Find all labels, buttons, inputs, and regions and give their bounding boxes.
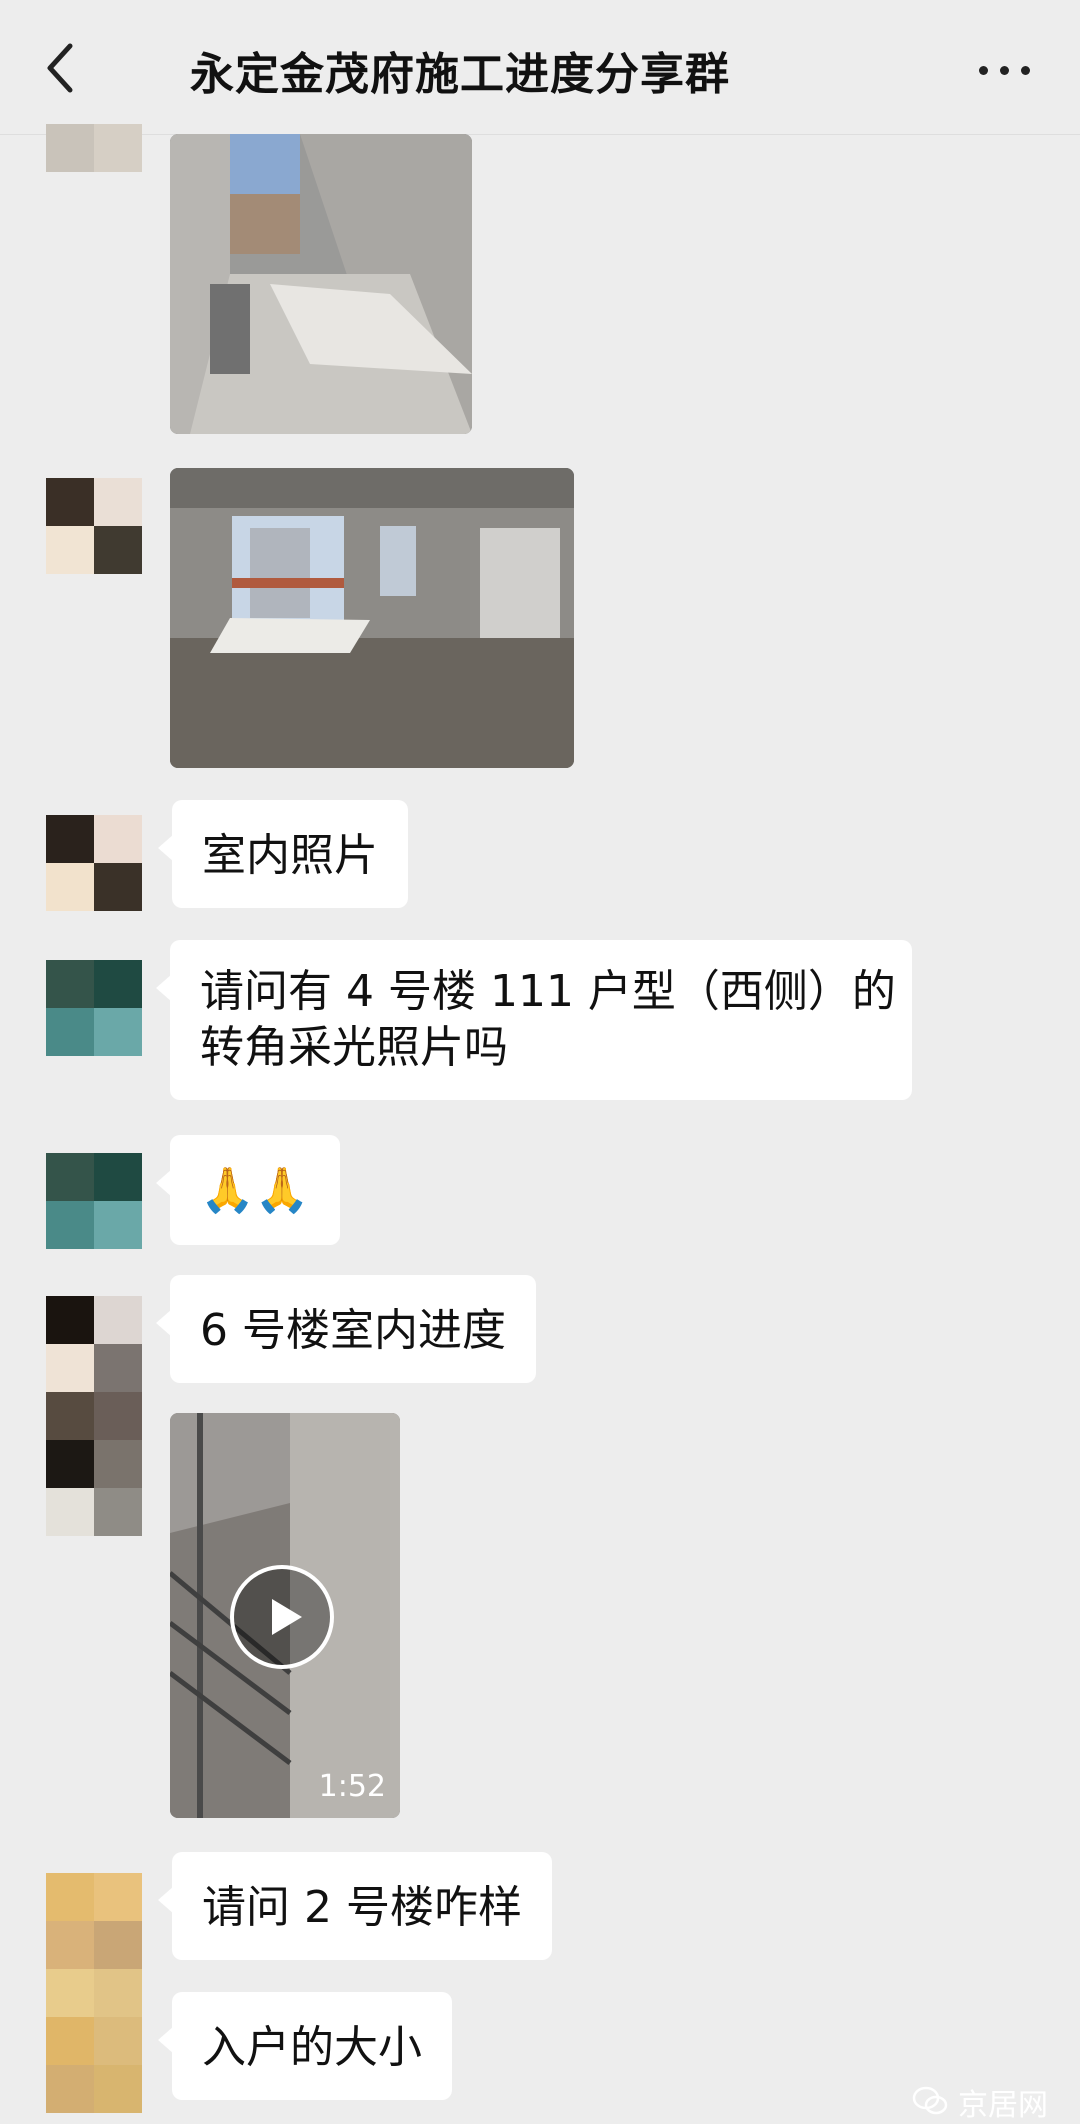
image-message[interactable] bbox=[170, 468, 574, 768]
message-text: 请问 2 号楼咋样 bbox=[202, 1882, 522, 1933]
text-message[interactable]: 请问 2 号楼咋样 bbox=[158, 1852, 552, 1960]
back-button[interactable] bbox=[40, 40, 80, 96]
chat-title: 永定金茂府施工进度分享群 bbox=[190, 49, 730, 100]
message-text-line: 请问有 4 号楼 111 户型（西侧）的 bbox=[200, 966, 896, 1017]
watermark-text: 京居网 bbox=[958, 2088, 1048, 2123]
message-text-line: 转角采光照片吗 bbox=[200, 1022, 508, 1073]
message-text: 6 号楼室内进度 bbox=[200, 1305, 506, 1356]
avatar[interactable] bbox=[46, 960, 142, 1056]
room-photo bbox=[170, 468, 574, 768]
avatar[interactable] bbox=[46, 1153, 142, 1249]
message-text: 室内照片 bbox=[202, 830, 378, 881]
text-message[interactable]: 请问有 4 号楼 111 户型（西侧）的 转角采光照片吗 bbox=[156, 940, 912, 1100]
text-message[interactable]: 6 号楼室内进度 bbox=[156, 1275, 536, 1383]
avatar[interactable] bbox=[46, 815, 142, 911]
play-button[interactable] bbox=[230, 1565, 334, 1669]
play-icon bbox=[272, 1599, 302, 1635]
more-dots-icon bbox=[979, 66, 988, 75]
more-button[interactable] bbox=[975, 50, 1035, 90]
wechat-icon bbox=[912, 2086, 948, 2115]
text-message[interactable]: 室内照片 bbox=[158, 800, 408, 908]
image-message[interactable] bbox=[170, 134, 472, 434]
emoji-message[interactable]: 🙏🙏 bbox=[156, 1135, 340, 1245]
avatar[interactable] bbox=[46, 124, 142, 172]
message-text: 入户的大小 bbox=[202, 2022, 422, 2073]
more-dot bbox=[1000, 66, 1009, 75]
chevron-left-icon bbox=[47, 43, 73, 93]
text-message[interactable]: 入户的大小 bbox=[158, 1992, 452, 2100]
room-photo bbox=[170, 134, 472, 434]
chat-header: 永定金茂府施工进度分享群 bbox=[0, 0, 1080, 135]
video-message[interactable]: 1:52 bbox=[170, 1413, 400, 1818]
avatar[interactable] bbox=[46, 1296, 142, 1536]
more-dot bbox=[1021, 66, 1030, 75]
video-duration: 1:52 bbox=[318, 1769, 386, 1804]
emoji-text: 🙏🙏 bbox=[200, 1165, 310, 1216]
avatar[interactable] bbox=[46, 1873, 142, 2113]
avatar[interactable] bbox=[46, 478, 142, 574]
